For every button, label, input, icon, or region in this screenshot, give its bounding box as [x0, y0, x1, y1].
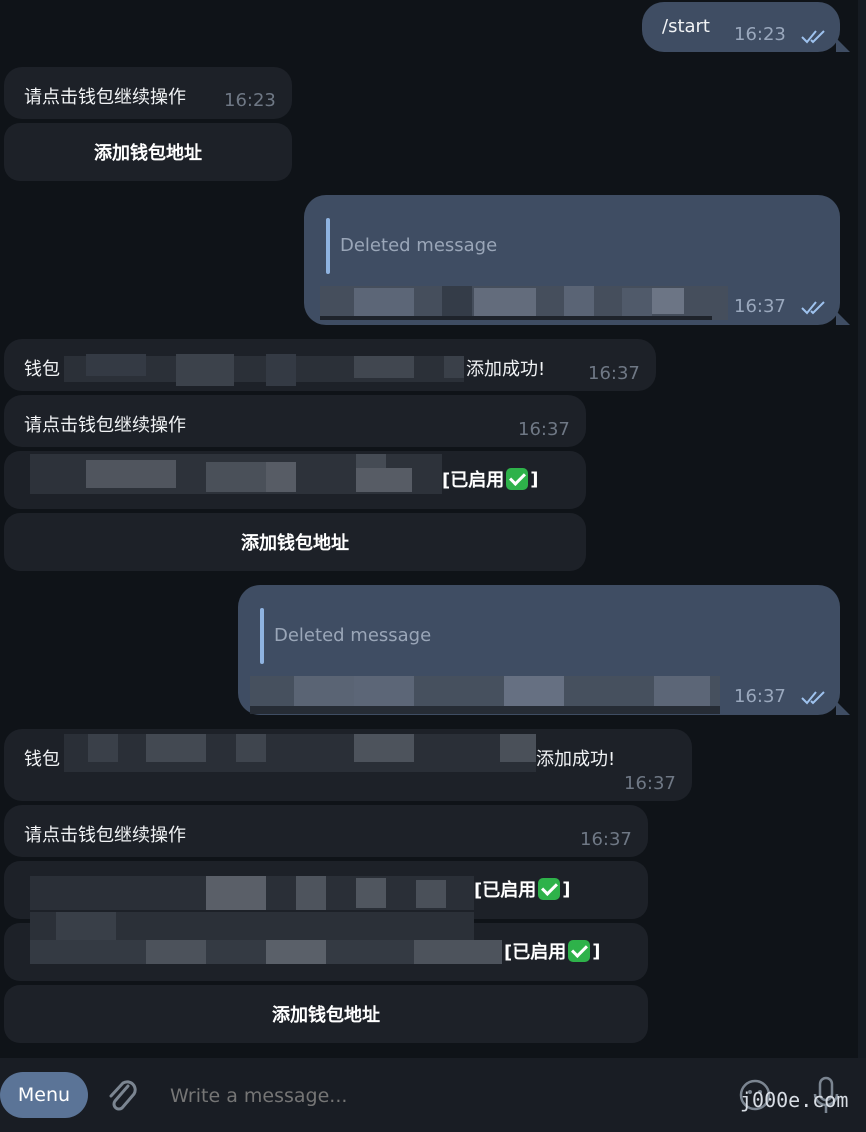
message-input[interactable] [170, 1083, 710, 1109]
add-wallet-button[interactable]: 添加钱包地址 [4, 985, 648, 1043]
redacted-wallet-address [64, 354, 464, 386]
status-close: ] [592, 940, 601, 962]
message-text: 请点击钱包继续操作 [24, 415, 186, 436]
reply-quote-text[interactable]: Deleted message [274, 625, 431, 646]
add-wallet-button[interactable]: 添加钱包地址 [4, 513, 586, 571]
status-label: [已启用 [474, 880, 537, 901]
redacted-wallet-address [30, 912, 502, 964]
redacted-wallet-address [30, 876, 474, 910]
wallet-status-badge: [已启用] [474, 876, 570, 902]
read-receipt-icon [801, 691, 825, 705]
message-text: /start [662, 16, 710, 37]
checkmark-icon [506, 468, 529, 490]
message-time: 16:37 [580, 829, 632, 850]
status-close: ] [562, 878, 571, 900]
checkmark-icon [568, 940, 591, 962]
message-time: 16:23 [224, 90, 276, 111]
message-text-prefix: 钱包 [24, 749, 60, 770]
wallet-status-badge: [已启用] [442, 466, 538, 492]
message-text-suffix: 添加成功! [466, 359, 546, 380]
watermark: j000e.com [740, 1088, 849, 1112]
status-close: ] [530, 468, 539, 490]
status-label: [已启用 [504, 942, 567, 963]
message-text-suffix: 添加成功! [536, 749, 616, 770]
reply-quote-bar [260, 608, 264, 664]
paperclip-icon[interactable] [104, 1076, 140, 1116]
message-text: 请点击钱包继续操作 [24, 825, 186, 846]
message-time: 16:37 [734, 686, 786, 707]
redacted-wallet-address [64, 734, 536, 772]
message-text-prefix: 钱包 [24, 359, 60, 380]
checkmark-icon [538, 878, 561, 900]
read-receipt-icon [801, 301, 825, 315]
message-time: 16:37 [624, 773, 676, 794]
message-time: 16:37 [518, 419, 570, 440]
scrollbar[interactable] [858, 0, 866, 1058]
add-wallet-button[interactable]: 添加钱包地址 [4, 123, 292, 181]
redacted-content [320, 286, 728, 320]
reply-quote-text[interactable]: Deleted message [340, 235, 497, 256]
message-time: 16:37 [588, 363, 640, 384]
wallet-status-badge: [已启用] [504, 938, 600, 964]
redacted-wallet-address [30, 454, 442, 494]
message-time: 16:23 [734, 24, 786, 45]
redacted-content [250, 676, 720, 714]
menu-button[interactable]: Menu [0, 1072, 88, 1118]
reply-quote-bar [326, 218, 330, 274]
message-time: 16:37 [734, 296, 786, 317]
status-label: [已启用 [442, 470, 505, 491]
read-receipt-icon [801, 30, 825, 44]
message-text: 请点击钱包继续操作 [24, 87, 186, 108]
